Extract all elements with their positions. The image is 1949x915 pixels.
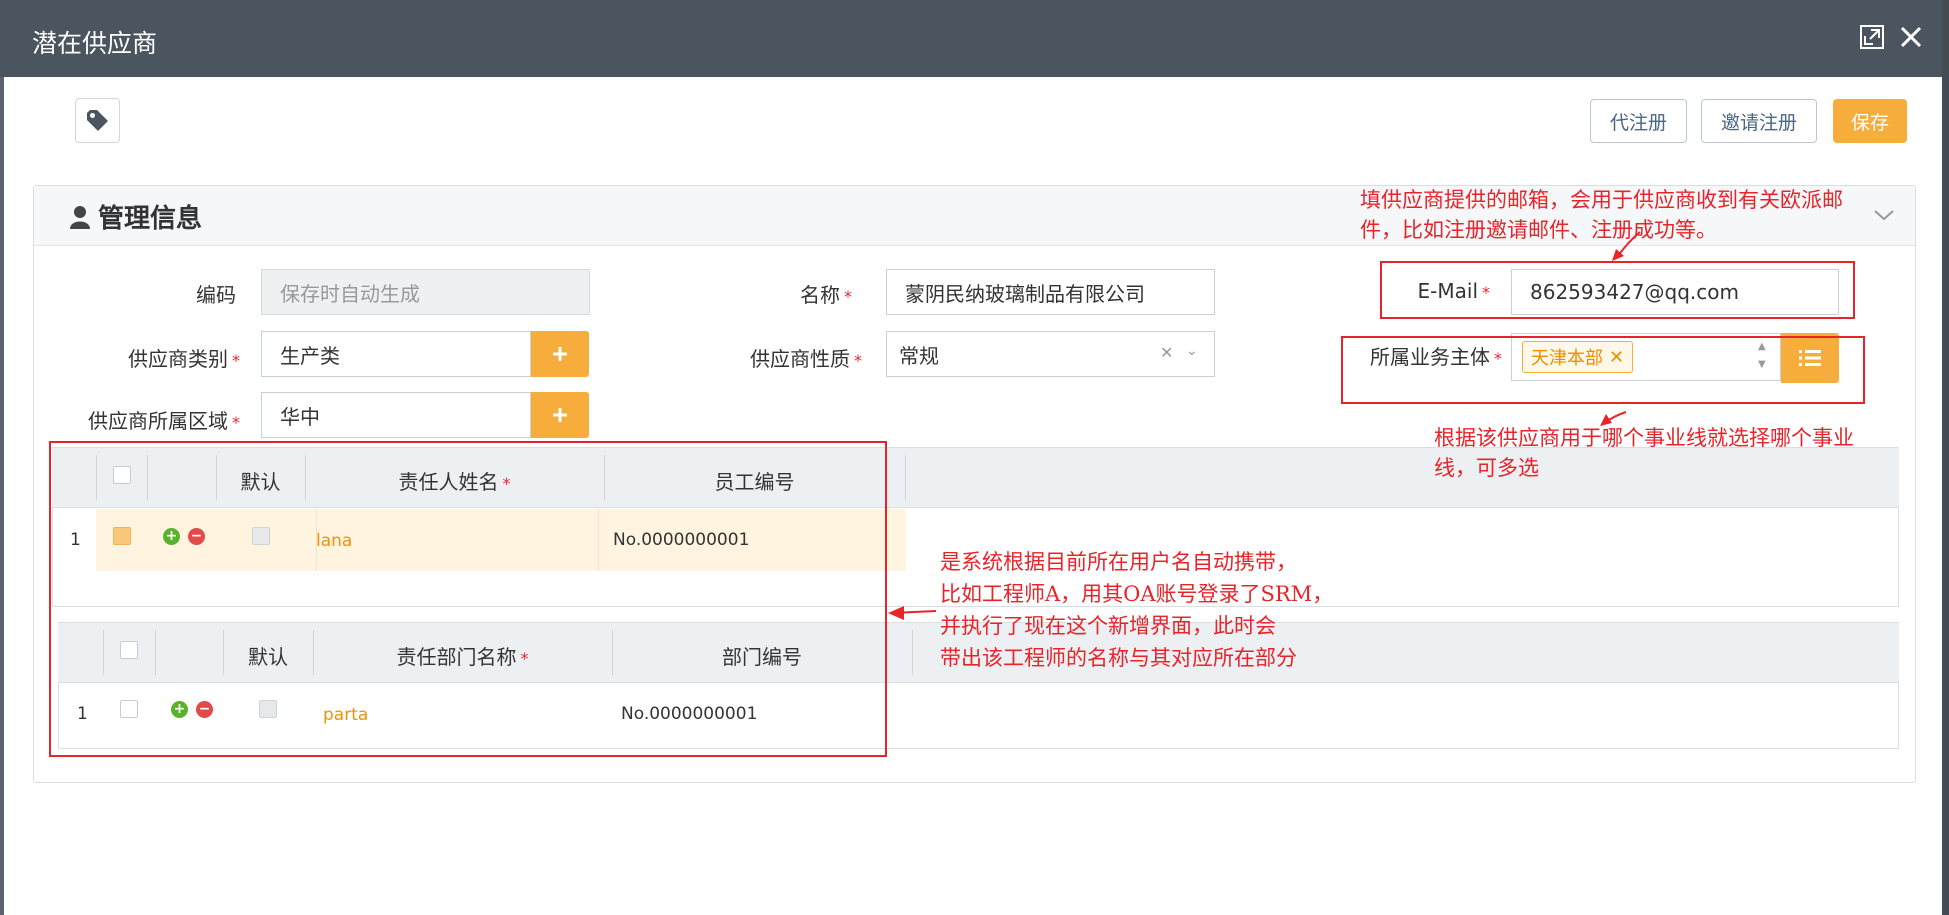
- annotation-arrows: [888, 231, 1641, 620]
